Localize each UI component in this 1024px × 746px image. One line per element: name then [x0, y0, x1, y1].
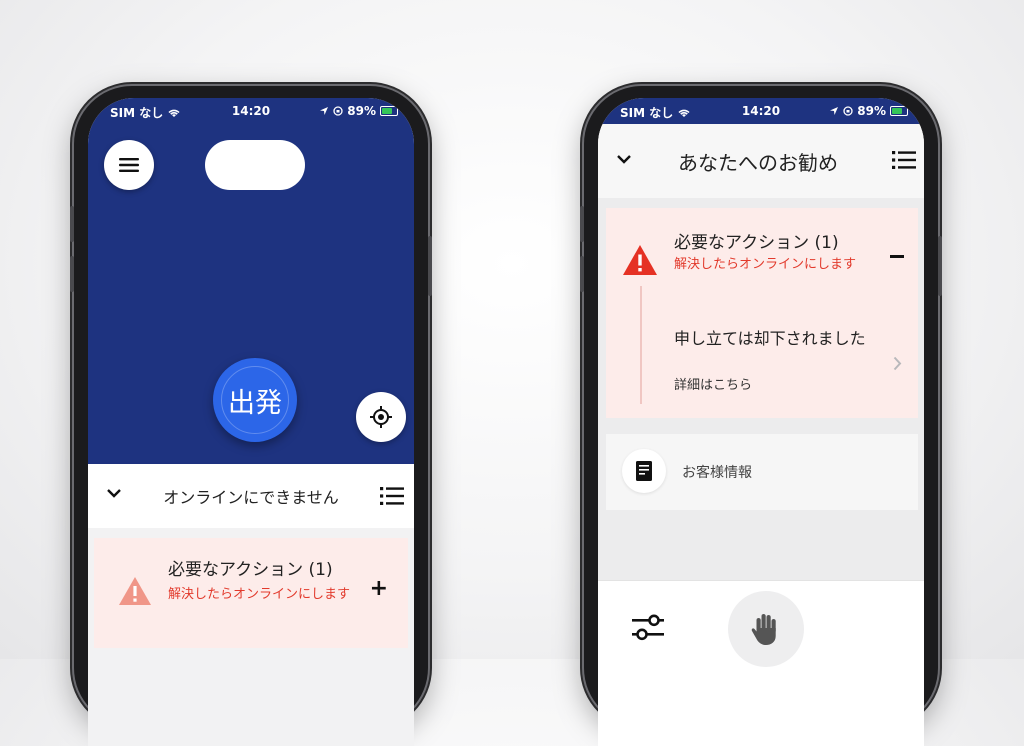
list-icon[interactable]: [380, 486, 404, 506]
action-card-subtitle: 解決したらオンラインにします: [674, 257, 857, 272]
document-icon: [636, 461, 652, 481]
action-card-title: 必要なアクション (1): [168, 560, 333, 580]
status-bar: SIM なし 14:20 89%: [88, 98, 414, 124]
volume-button: [580, 256, 584, 292]
expand-button[interactable]: +: [370, 576, 388, 601]
customer-info-item[interactable]: お客様情報: [606, 434, 918, 510]
sheet-title: オンラインにできません: [163, 488, 339, 507]
carrier-label: SIM なし: [110, 106, 164, 120]
action-required-card[interactable]: 必要なアクション (1) 解決したらオンラインにします +: [94, 538, 408, 648]
chevron-right-icon[interactable]: [893, 356, 902, 371]
action-required-card: 必要なアクション (1) 解決したらオンラインにします 申し立ては却下されました…: [606, 208, 918, 418]
battery-percent: 89%: [347, 104, 376, 118]
appeal-rejected-title[interactable]: 申し立ては却下されました: [674, 329, 870, 349]
battery-icon: [380, 106, 398, 116]
power-button: [428, 236, 432, 296]
status-right: 89%: [319, 104, 398, 118]
timeline-connector: [640, 286, 642, 404]
collapse-button[interactable]: [890, 255, 904, 258]
status-time: 14:20: [741, 104, 781, 118]
earnings-pill[interactable]: [205, 140, 305, 190]
location-arrow-icon: [320, 107, 329, 115]
action-card-subtitle: 解決したらオンラインにします: [168, 587, 351, 602]
recenter-location-button[interactable]: [356, 392, 406, 442]
status-sheet-header[interactable]: オンラインにできません: [88, 464, 414, 528]
wifi-icon: [678, 109, 690, 117]
volume-button: [70, 206, 74, 242]
warning-icon: [119, 577, 151, 605]
sliders-icon[interactable]: [632, 611, 664, 643]
orientation-lock-icon: [843, 106, 853, 116]
hamburger-icon: [119, 158, 139, 172]
orientation-lock-icon: [333, 106, 343, 116]
status-right: 89%: [829, 104, 908, 118]
go-button-label: 出発: [228, 387, 282, 419]
wifi-icon: [168, 109, 180, 117]
recommendations-screen: SIM なし 14:20 89% あなたへのお勧め 必要なアクション (1) 解…: [598, 98, 924, 746]
hand-icon: [751, 614, 776, 645]
volume-button: [580, 206, 584, 242]
carrier-indicator: SIM なし: [110, 104, 181, 121]
header-title: あなたへのお勧め: [678, 150, 838, 175]
menu-button[interactable]: [104, 140, 154, 190]
customer-info-label: お客様情報: [682, 465, 752, 481]
location-arrow-icon: [830, 107, 839, 115]
power-button: [938, 236, 942, 296]
bottom-toolbar: [598, 580, 924, 746]
list-icon[interactable]: [892, 150, 916, 170]
crosshair-icon: [370, 406, 392, 428]
recommendations-header: あなたへのお勧め: [598, 124, 924, 198]
driver-home-screen: SIM なし 14:20 89% 出発 オンラインにできません 必要なアクション…: [88, 98, 414, 746]
volume-button: [70, 256, 74, 292]
action-card-title: 必要なアクション (1): [674, 233, 839, 253]
stop-requests-button[interactable]: [728, 591, 804, 667]
details-link[interactable]: 詳細はこちら: [674, 374, 752, 393]
battery-icon: [890, 106, 908, 116]
status-bar: SIM なし 14:20 89%: [598, 98, 924, 124]
battery-percent: 89%: [857, 104, 886, 118]
carrier-indicator: SIM なし: [620, 104, 691, 121]
carrier-label: SIM なし: [620, 106, 674, 120]
phone-frame-right: SIM なし 14:20 89% あなたへのお勧め 必要なアクション (1) 解…: [580, 86, 942, 746]
status-time: 14:20: [231, 104, 271, 118]
warning-icon: [623, 245, 657, 275]
chevron-down-icon[interactable]: [106, 488, 122, 498]
document-icon-circle: [622, 449, 666, 493]
chevron-down-icon[interactable]: [616, 154, 632, 164]
phone-frame-left: SIM なし 14:20 89% 出発 オンラインにできません 必要なアクション…: [70, 86, 432, 746]
go-online-button[interactable]: 出発: [213, 358, 297, 442]
